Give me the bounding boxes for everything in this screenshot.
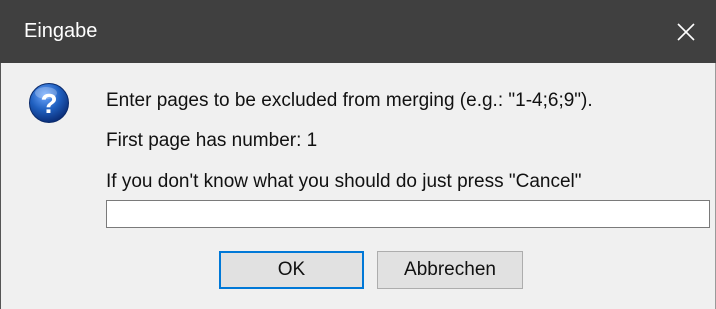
close-button[interactable] <box>656 0 716 63</box>
input-dialog: Eingabe ? Enter pages to be excluded fro… <box>0 0 716 309</box>
ok-button[interactable]: OK <box>219 251 364 289</box>
svg-text:?: ? <box>40 88 57 119</box>
pages-input[interactable] <box>106 200 710 228</box>
message-line-2: First page has number: 1 <box>106 130 318 151</box>
cancel-button[interactable]: Abbrechen <box>377 251 523 289</box>
message-line-1: Enter pages to be excluded from merging … <box>106 90 593 111</box>
title-bar[interactable]: Eingabe <box>0 0 716 63</box>
close-icon <box>677 22 695 41</box>
window-title: Eingabe <box>24 20 98 42</box>
question-icon: ? <box>29 83 69 123</box>
message-line-3: If you don't know what you should do jus… <box>106 171 582 192</box>
window-border-left <box>0 63 1 309</box>
